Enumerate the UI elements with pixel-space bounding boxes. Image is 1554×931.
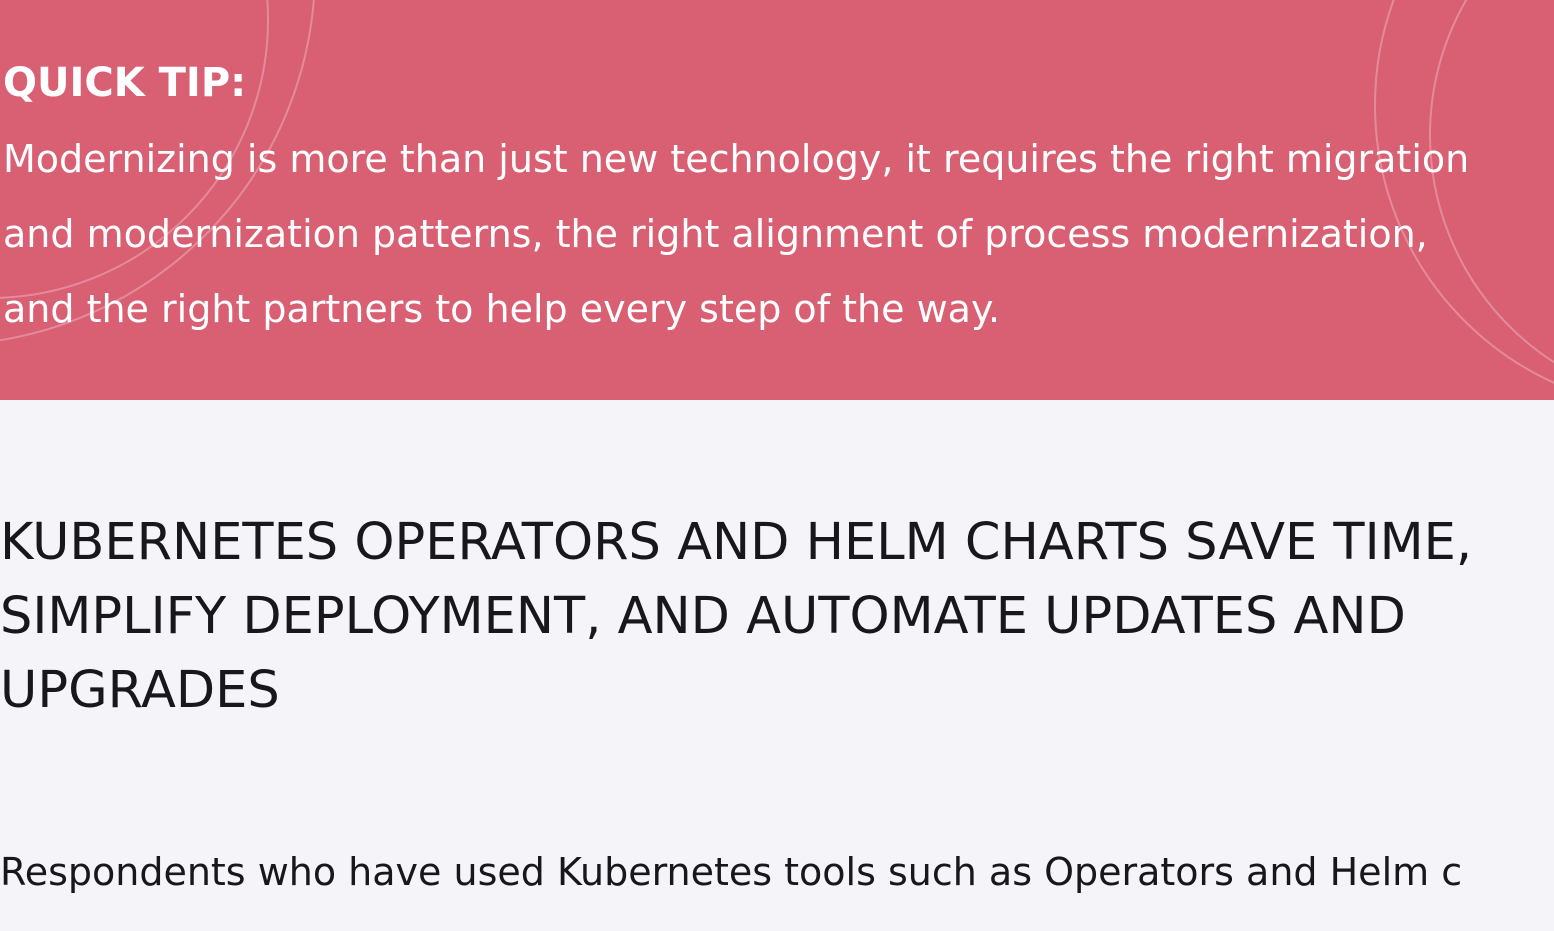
quick-tip-text: Modernizing is more than just new techno…: [3, 122, 1554, 347]
section-heading-line: SIMPLIFY DEPLOYMENT, AND AUTOMATE UPDATE…: [0, 587, 1406, 646]
section-heading-line: UPGRADES: [0, 661, 280, 720]
body-line: Respondents who have used Kubernetes too…: [0, 850, 1463, 894]
section-heading: KUBERNETES OPERATORS AND HELM CHARTS SAV…: [0, 506, 1472, 728]
quick-tip-line: and the right partners to help every ste…: [3, 287, 1001, 331]
section-heading-line: KUBERNETES OPERATORS AND HELM CHARTS SAV…: [0, 513, 1473, 572]
article-page: QUICK TIP: Modernizing is more than just…: [0, 0, 1554, 931]
quick-tip-banner: QUICK TIP: Modernizing is more than just…: [0, 0, 1554, 400]
section-body-paragraph: Respondents who have used Kubernetes too…: [0, 837, 1462, 907]
quick-tip-label: QUICK TIP:: [3, 60, 247, 106]
quick-tip-line: Modernizing is more than just new techno…: [3, 137, 1470, 181]
quick-tip-line: and modernization patterns, the right al…: [3, 212, 1428, 256]
